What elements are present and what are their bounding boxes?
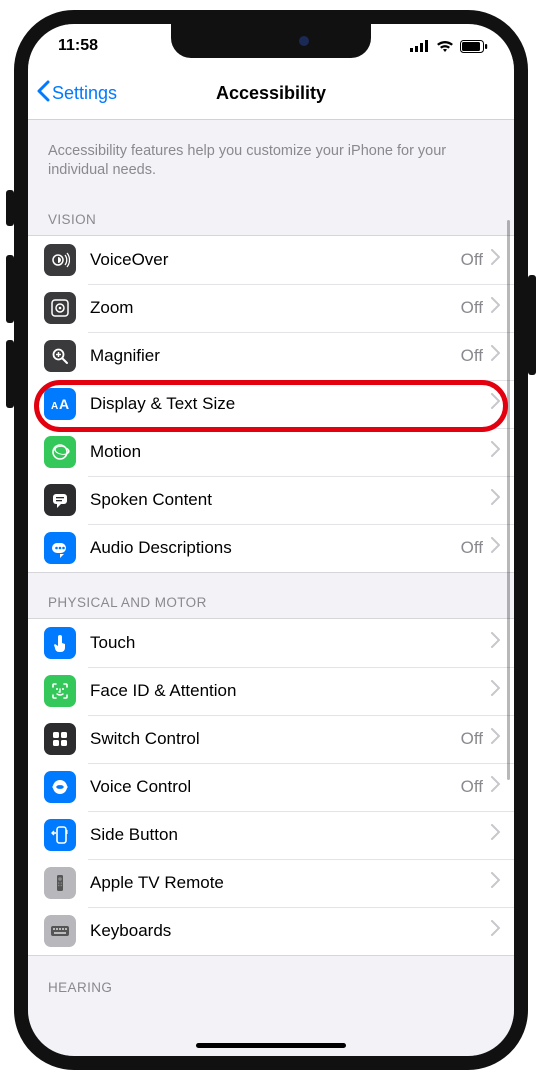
row-magnifier[interactable]: Magnifier Off <box>28 332 514 380</box>
page-title: Accessibility <box>216 83 326 104</box>
row-label: Display & Text Size <box>90 394 483 414</box>
svg-text:A: A <box>59 396 69 412</box>
back-button[interactable]: Settings <box>36 80 117 107</box>
chevron-right-icon <box>491 680 500 701</box>
phone-frame: 11:58 Settings Accessibility Accessibili… <box>14 10 528 1070</box>
row-keyboards[interactable]: Keyboards <box>28 907 514 955</box>
row-value: Off <box>461 250 483 270</box>
row-label: Voice Control <box>90 777 461 797</box>
battery-icon <box>460 40 488 53</box>
chevron-right-icon <box>491 537 500 558</box>
row-side-button[interactable]: Side Button <box>28 811 514 859</box>
cellular-icon <box>410 40 430 52</box>
chevron-right-icon <box>491 393 500 414</box>
audiodesc-icon <box>44 532 76 564</box>
row-label: Magnifier <box>90 346 461 366</box>
row-switch-control[interactable]: Switch Control Off <box>28 715 514 763</box>
switch-icon <box>44 723 76 755</box>
row-value: Off <box>461 729 483 749</box>
magnifier-icon <box>44 340 76 372</box>
row-label: Face ID & Attention <box>90 681 483 701</box>
section-header-vision: VISION <box>28 190 514 235</box>
touch-icon <box>44 627 76 659</box>
scrollbar[interactable] <box>507 220 510 780</box>
row-apple-tv-remote[interactable]: Apple TV Remote <box>28 859 514 907</box>
chevron-right-icon <box>491 872 500 893</box>
row-voice-control[interactable]: Voice Control Off <box>28 763 514 811</box>
row-spoken-content[interactable]: Spoken Content <box>28 476 514 524</box>
row-label: Spoken Content <box>90 490 483 510</box>
row-value: Off <box>461 298 483 318</box>
voiceover-icon <box>44 244 76 276</box>
chevron-right-icon <box>491 920 500 941</box>
chevron-right-icon <box>491 489 500 510</box>
row-label: Touch <box>90 633 483 653</box>
row-label: Motion <box>90 442 483 462</box>
row-label: Switch Control <box>90 729 461 749</box>
physical-list: Touch Face ID & Attention Switch Control… <box>28 618 514 956</box>
row-value: Off <box>461 346 483 366</box>
section-description: Accessibility features help you customiz… <box>28 120 514 190</box>
row-faceid[interactable]: Face ID & Attention <box>28 667 514 715</box>
row-label: Zoom <box>90 298 461 318</box>
spoken-icon <box>44 484 76 516</box>
textsize-icon: AA <box>44 388 76 420</box>
row-display-text-size[interactable]: AA Display & Text Size <box>28 380 514 428</box>
voicectrl-icon <box>44 771 76 803</box>
chevron-right-icon <box>491 776 500 797</box>
chevron-left-icon <box>36 80 50 107</box>
status-time: 11:58 <box>58 37 98 55</box>
tvremote-icon <box>44 867 76 899</box>
chevron-right-icon <box>491 441 500 462</box>
faceid-icon <box>44 675 76 707</box>
wifi-icon <box>436 40 454 53</box>
chevron-right-icon <box>491 632 500 653</box>
section-header-physical: PHYSICAL AND MOTOR <box>28 573 514 618</box>
row-audio-descriptions[interactable]: Audio Descriptions Off <box>28 524 514 572</box>
notch <box>171 24 371 58</box>
row-value: Off <box>461 777 483 797</box>
row-zoom[interactable]: Zoom Off <box>28 284 514 332</box>
keyboards-icon <box>44 915 76 947</box>
row-motion[interactable]: Motion <box>28 428 514 476</box>
settings-scroll[interactable]: Accessibility features help you customiz… <box>28 120 514 1056</box>
chevron-right-icon <box>491 297 500 318</box>
nav-bar: Settings Accessibility <box>28 68 514 120</box>
row-label: Keyboards <box>90 921 483 941</box>
row-label: Side Button <box>90 825 483 845</box>
chevron-right-icon <box>491 728 500 749</box>
vision-list: VoiceOver Off Zoom Off Magnifier Off <box>28 235 514 573</box>
chevron-right-icon <box>491 345 500 366</box>
row-label: Audio Descriptions <box>90 538 461 558</box>
svg-text:A: A <box>51 401 58 412</box>
row-label: Apple TV Remote <box>90 873 483 893</box>
chevron-right-icon <box>491 249 500 270</box>
section-header-hearing: HEARING <box>28 956 514 1003</box>
sidebtn-icon <box>44 819 76 851</box>
back-label: Settings <box>52 83 117 104</box>
row-voiceover[interactable]: VoiceOver Off <box>28 236 514 284</box>
row-label: VoiceOver <box>90 250 461 270</box>
motion-icon <box>44 436 76 468</box>
home-indicator[interactable] <box>196 1043 346 1048</box>
row-touch[interactable]: Touch <box>28 619 514 667</box>
zoom-icon <box>44 292 76 324</box>
row-value: Off <box>461 538 483 558</box>
chevron-right-icon <box>491 824 500 845</box>
